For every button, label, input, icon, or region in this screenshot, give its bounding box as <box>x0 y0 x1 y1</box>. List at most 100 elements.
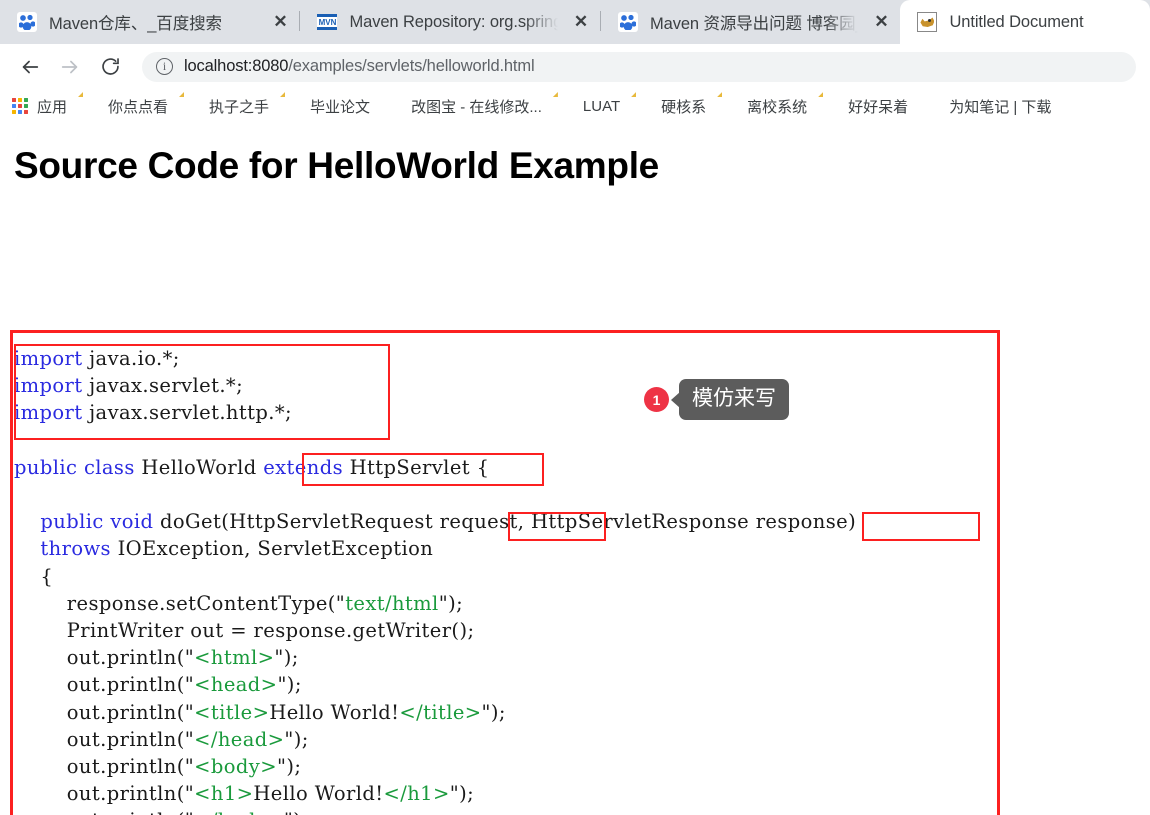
bookmark-item[interactable]: 你点点看 <box>83 96 168 117</box>
code-token: PrintWriter out = response.getWriter(); <box>14 619 475 643</box>
folder-icon <box>285 97 303 115</box>
code-token: HttpServlet { <box>342 455 490 479</box>
code-token: javax.servlet.*; <box>82 374 244 398</box>
cat-icon <box>917 12 938 32</box>
code-token: Hello World! <box>269 700 400 724</box>
code-token: import <box>14 374 83 398</box>
bookmark-item[interactable]: LUAT <box>558 97 620 115</box>
site-info-icon[interactable] <box>156 58 173 75</box>
code-token: "); <box>274 646 299 670</box>
code-token: out.println(" <box>14 755 195 779</box>
annotation-bubble-text: 模仿来写 <box>679 379 789 420</box>
folder-icon <box>722 97 740 115</box>
browser-window: Maven仓库、_百度搜索 ✕ MVN Maven Repository: org.s… <box>0 0 1150 815</box>
bookmark-label: 执子之手 <box>209 98 270 116</box>
bookmark-item[interactable]: 硬核系 <box>636 96 706 117</box>
code-token: Hello World! <box>253 782 384 806</box>
bookmark-label: 改图宝 - 在线修改... <box>411 98 542 116</box>
folder-icon <box>823 97 841 115</box>
code-token: import <box>14 401 83 425</box>
baidu-icon <box>617 12 638 32</box>
code-token: <head> <box>194 673 278 697</box>
code-token: "); <box>276 755 302 779</box>
folder-icon <box>184 97 202 115</box>
code-token: </body> <box>194 809 284 815</box>
tab-strip: Maven仓库、_百度搜索 ✕ MVN Maven Repository: org.s… <box>0 0 1150 44</box>
code-token: extends <box>263 455 343 479</box>
bookmark-label: 硬核系 <box>661 98 707 116</box>
code-token: </head> <box>194 727 285 751</box>
code-token: <h1> <box>194 782 254 806</box>
bookmark-item[interactable]: 离校系统 <box>722 96 807 117</box>
code-token: </h1> <box>383 782 450 806</box>
browser-tab[interactable]: Maven 资源导出问题 博客园_百度 ✕ <box>600 0 901 44</box>
url-host: localhost:8080 <box>184 57 289 75</box>
bookmark-label: 好好呆着 <box>848 98 909 116</box>
code-token: "); <box>284 809 308 815</box>
bookmark-item[interactable]: 为知笔记 | 下载 <box>924 96 1051 117</box>
bookmark-label: 为知笔记 | 下载 <box>949 98 1052 116</box>
bookmark-item[interactable]: 好好呆着 <box>823 96 908 117</box>
code-token: <title> <box>194 700 270 724</box>
tab-title: Maven仓库、_百度搜索 <box>49 15 222 33</box>
back-icon[interactable] <box>14 51 46 83</box>
code-token: throws <box>40 537 111 561</box>
annotation-callout: 1 模仿来写 <box>644 379 789 420</box>
tab-title: Maven 资源导出问题 博客园_百度 <box>649 15 858 33</box>
tab-close-icon[interactable]: ✕ <box>572 13 590 31</box>
bookmark-label: 你点点看 <box>108 98 169 116</box>
bookmark-item[interactable]: 执子之手 <box>184 96 269 117</box>
globe-icon <box>386 97 404 115</box>
code-token: public <box>14 455 78 479</box>
code-token: text/html <box>345 591 439 615</box>
code-token: HelloWorld <box>134 455 264 479</box>
bookmark-label: 离校系统 <box>747 98 808 116</box>
code-token: "); <box>438 591 464 615</box>
folder-icon <box>83 97 101 115</box>
bookmarks-bar: 应用 你点点看 执子之手 毕业论文 改图宝 - 在线修改... LUAT 硬核系 离校系统 好好… <box>0 89 1150 123</box>
code-token: doGet(HttpServletRequest request, HttpSe… <box>153 510 857 534</box>
code-token: import <box>14 347 83 370</box>
address-bar-url: localhost:8080/examples/servlets/hellowo… <box>184 57 535 76</box>
bookmark-label: 应用 <box>37 98 68 116</box>
browser-tab[interactable]: MVN Maven Repository: org.springf ✕ <box>300 0 600 44</box>
code-token: out.println(" <box>14 727 195 751</box>
tab-favicon <box>916 11 938 33</box>
address-bar[interactable]: localhost:8080/examples/servlets/hellowo… <box>142 51 1136 82</box>
forward-icon[interactable] <box>54 51 86 83</box>
code-token: <html> <box>194 646 275 670</box>
code-token: out.println(" <box>14 782 195 806</box>
code-token: "); <box>277 673 302 697</box>
wiz-icon <box>924 97 942 115</box>
tab-title: Maven Repository: org.springf <box>349 12 558 31</box>
code-token: IOException, ServletException <box>110 537 434 561</box>
page-content: Source Code for HelloWorld Example impor… <box>0 123 1150 815</box>
tab-close-icon[interactable]: ✕ <box>872 13 890 31</box>
browser-tab[interactable]: Maven仓库、_百度搜索 ✕ <box>0 0 300 44</box>
apps-grid-icon <box>12 97 30 115</box>
browser-tab[interactable]: Untitled Document <box>900 0 1150 44</box>
code-token: out.println(" <box>14 809 194 815</box>
tab-favicon: MVN <box>316 11 338 33</box>
bookmark-label: LUAT <box>582 97 621 115</box>
code-token: </title> <box>399 700 482 724</box>
bookmark-item[interactable]: 毕业论文 <box>285 96 370 117</box>
code-token: <body> <box>194 755 277 779</box>
tab-favicon <box>16 11 38 33</box>
code-token: { <box>14 564 54 588</box>
code-token: "); <box>449 782 475 806</box>
code-token: "); <box>481 700 506 724</box>
bookmark-item[interactable]: 应用 <box>12 96 67 117</box>
code-token: void <box>110 510 154 534</box>
code-token: public <box>40 510 104 534</box>
bookmark-item[interactable]: 改图宝 - 在线修改... <box>386 96 542 117</box>
code-token: out.println(" <box>14 673 195 697</box>
annotation-badge-number: 1 <box>644 387 669 412</box>
tab-close-icon[interactable]: ✕ <box>271 13 289 31</box>
maven-icon: MVN <box>317 14 338 30</box>
reload-icon[interactable] <box>94 51 126 83</box>
baidu-icon <box>17 12 37 32</box>
